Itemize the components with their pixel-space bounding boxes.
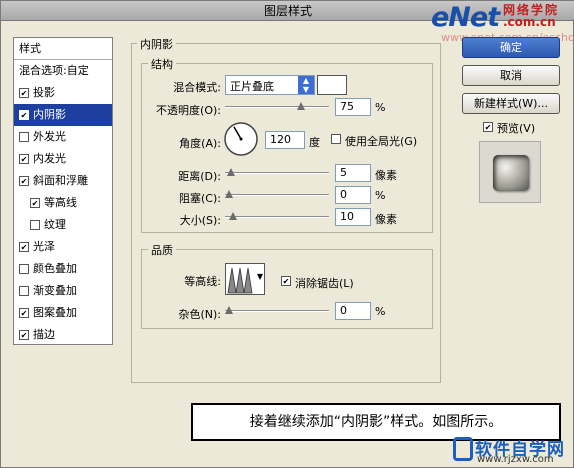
style-item[interactable]: 图案叠加 <box>14 302 112 324</box>
choke-label: 阻塞(C): <box>179 192 221 205</box>
opacity-label: 不透明度(O): <box>156 104 221 117</box>
choke-slider[interactable] <box>225 190 329 200</box>
chevron-down-icon: ▼ <box>256 272 263 281</box>
style-preview-thumbnail <box>479 141 541 203</box>
opacity-slider[interactable] <box>225 102 329 112</box>
blend-options-item[interactable]: 混合选项:自定 <box>14 60 112 82</box>
distance-unit: 像素 <box>375 169 397 182</box>
layer-style-dialog: 图层样式 eNet 网络学院 .com.cn www.enet.com.cn/e… <box>0 0 574 468</box>
contour-preview-icon <box>227 267 253 294</box>
style-item[interactable]: 内阴影 <box>14 104 112 126</box>
style-item-checkbox[interactable] <box>19 132 29 142</box>
style-item-label: 渐变叠加 <box>33 284 77 297</box>
preview-checkbox[interactable] <box>483 122 493 132</box>
distance-label: 距离(D): <box>178 170 221 183</box>
size-slider-thumb[interactable] <box>229 212 237 222</box>
style-item[interactable]: 颜色叠加 <box>14 258 112 280</box>
ok-button[interactable]: 确定 <box>462 37 560 58</box>
contour-label: 等高线: <box>184 275 221 288</box>
opacity-input[interactable]: 75 <box>335 98 371 116</box>
opacity-unit: % <box>375 101 386 114</box>
style-item-checkbox[interactable] <box>19 308 29 318</box>
style-item-checkbox[interactable] <box>19 242 29 252</box>
style-item-checkbox[interactable] <box>19 110 29 120</box>
quality-title: 品质 <box>148 242 176 258</box>
style-item-label: 内发光 <box>33 152 66 165</box>
style-item[interactable]: 斜面和浮雕 <box>14 170 112 192</box>
style-item[interactable]: 投影 <box>14 82 112 104</box>
style-item-checkbox[interactable] <box>30 198 40 208</box>
size-slider[interactable] <box>225 212 329 222</box>
choke-input[interactable]: 0 <box>335 186 371 204</box>
style-item-checkbox[interactable] <box>19 88 29 98</box>
chevron-updown-icon: ▲ ▼ <box>298 76 314 94</box>
watermark-domain: .com.cn <box>503 15 556 29</box>
style-item[interactable]: 等高线 <box>14 192 112 214</box>
style-item-checkbox[interactable] <box>19 286 29 296</box>
distance-input[interactable]: 5 <box>335 164 371 182</box>
size-unit: 像素 <box>375 213 397 226</box>
choke-unit: % <box>375 189 386 202</box>
noise-slider[interactable] <box>225 306 329 316</box>
style-item-label: 斜面和浮雕 <box>33 174 88 187</box>
noise-slider-thumb[interactable] <box>225 306 233 316</box>
global-light-label: 使用全局光(G) <box>345 135 418 148</box>
new-style-button[interactable]: 新建样式(W)... <box>462 93 560 114</box>
opacity-slider-thumb[interactable] <box>297 102 305 112</box>
blend-mode-select[interactable]: 正片叠底 ▲ ▼ <box>225 75 315 95</box>
style-item[interactable]: 光泽 <box>14 236 112 258</box>
style-item[interactable]: 外发光 <box>14 126 112 148</box>
angle-dial[interactable] <box>223 121 259 157</box>
angle-label: 角度(A): <box>179 137 221 150</box>
styles-header[interactable]: 样式 <box>14 38 112 60</box>
contour-picker[interactable]: ▼ <box>225 263 265 295</box>
site-logo: 软件自学网 www.rjzxw.com <box>453 435 571 467</box>
style-item[interactable]: 渐变叠加 <box>14 280 112 302</box>
logo-mark-icon <box>453 437 473 461</box>
angle-input[interactable]: 120 <box>265 131 305 149</box>
blend-mode-value: 正片叠底 <box>230 80 274 93</box>
noise-unit: % <box>375 305 386 318</box>
distance-slider[interactable] <box>225 168 329 178</box>
style-item-label: 图案叠加 <box>33 306 77 319</box>
style-item-label: 纹理 <box>44 218 66 231</box>
style-item[interactable]: 纹理 <box>14 214 112 236</box>
style-item-checkbox[interactable] <box>19 176 29 186</box>
style-item-label: 等高线 <box>44 196 77 209</box>
size-label: 大小(S): <box>179 214 221 227</box>
structure-title: 结构 <box>148 56 176 72</box>
style-item-checkbox[interactable] <box>19 330 29 340</box>
style-item-label: 光泽 <box>33 240 55 253</box>
watermark-logo: eNet <box>431 2 500 33</box>
noise-input[interactable]: 0 <box>335 302 371 320</box>
style-item[interactable]: 描边 <box>14 324 112 346</box>
style-item-label: 投影 <box>33 86 55 99</box>
preview-swatch <box>493 155 529 191</box>
anti-alias-checkbox[interactable] <box>281 276 291 286</box>
style-item-label: 内阴影 <box>33 108 66 121</box>
anti-alias-label: 消除锯齿(L) <box>295 277 354 290</box>
style-item-checkbox[interactable] <box>19 264 29 274</box>
size-input[interactable]: 10 <box>335 208 371 226</box>
angle-unit: 度 <box>309 136 320 149</box>
style-item-label: 颜色叠加 <box>33 262 77 275</box>
blend-mode-label: 混合模式: <box>173 81 221 94</box>
style-item-checkbox[interactable] <box>30 220 40 230</box>
style-item-label: 描边 <box>33 328 55 341</box>
shadow-color-swatch[interactable] <box>317 75 347 95</box>
style-item-label: 外发光 <box>33 130 66 143</box>
global-light-checkbox[interactable] <box>331 134 341 144</box>
styles-list: 样式 混合选项:自定 投影内阴影外发光内发光斜面和浮雕等高线纹理光泽颜色叠加渐变… <box>13 37 113 345</box>
distance-slider-thumb[interactable] <box>227 168 235 178</box>
cancel-button[interactable]: 取消 <box>462 65 560 86</box>
noise-label: 杂色(N): <box>178 308 221 321</box>
style-item[interactable]: 内发光 <box>14 148 112 170</box>
logo-url: www.rjzxw.com <box>477 454 554 465</box>
preview-label: 预览(V) <box>497 122 536 135</box>
choke-slider-thumb[interactable] <box>225 190 233 200</box>
inner-shadow-title: 内阴影 <box>137 36 176 52</box>
style-item-checkbox[interactable] <box>19 154 29 164</box>
